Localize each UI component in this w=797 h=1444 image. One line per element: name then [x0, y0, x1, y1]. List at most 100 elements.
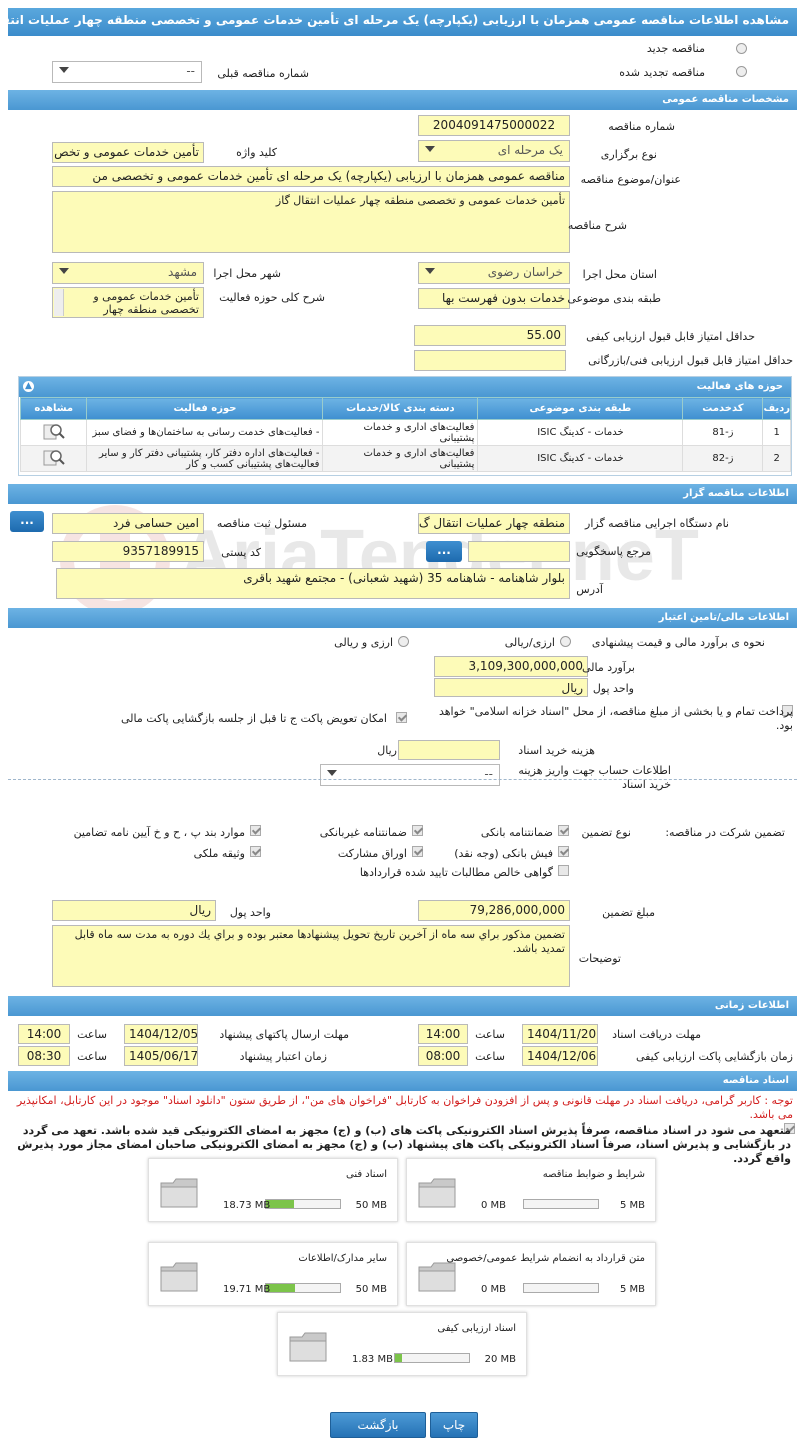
bank-guarantee-checkbox[interactable] [558, 825, 569, 836]
net-claims-label: گواهی خالص مطالبات تایید شده قراردادها [359, 866, 553, 879]
guarantee-currency-field[interactable]: ریال [52, 900, 216, 921]
estimate-field[interactable]: 3,109,300,000,000 [434, 656, 588, 677]
send-time-field[interactable]: 14:00 [18, 1024, 70, 1044]
currency-and-rial-radio[interactable] [398, 636, 409, 647]
folder-icon [418, 1262, 456, 1292]
document-max-size: 50 MB [355, 1284, 387, 1295]
send-time-label: ساعت [77, 1028, 107, 1041]
document-card[interactable]: اسناد فنی 50 MB 18.73 MB [148, 1158, 398, 1222]
postal-code-label: کد پستی [221, 546, 261, 559]
reference-field[interactable] [468, 541, 570, 562]
min-tech-field[interactable] [414, 350, 566, 371]
reference-lookup-button[interactable]: ... [426, 541, 462, 562]
min-quality-label: حداقل امتیاز قابل قبول ارزیابی کیفی [586, 330, 755, 343]
document-size: 19.71 MB [223, 1284, 271, 1295]
open-time-field[interactable]: 08:00 [418, 1046, 468, 1066]
prev-tender-no-label: شماره مناقصه قبلی [217, 67, 309, 80]
address-field[interactable]: بلوار شاهنامه - شاهنامه 35 (شهید شعبانی)… [56, 568, 570, 599]
description-field[interactable]: تأمین خدمات عمومی و تخصصی منطقه چهار عمل… [52, 191, 570, 253]
activities-table: ردیف کدخدمت طبقه بندی موضوعی دسته بندی ک… [19, 397, 791, 472]
document-progress [523, 1283, 599, 1293]
receive-time-field[interactable]: 14:00 [418, 1024, 468, 1044]
scrollbar[interactable] [54, 289, 64, 316]
document-card[interactable]: متن قرارداد به انضمام شرایط عمومی/خصوصی 5… [406, 1242, 656, 1306]
guarantee-amount-field[interactable]: 79,286,000,000 [418, 900, 570, 921]
row-cat: خدمات - کدینگ ISIC [477, 419, 684, 446]
renewed-tender-radio[interactable] [736, 66, 747, 77]
swap-envelope-checkbox[interactable] [396, 712, 407, 723]
responsible-label: مسئول ثبت مناقصه [216, 517, 307, 530]
city-select[interactable]: مشهد [52, 262, 204, 284]
finance-section-header: اطلاعات مالی/تامین اعتبار [8, 608, 797, 628]
province-select[interactable]: خراسان رضوی [418, 262, 570, 284]
row-cat: خدمات - کدینگ ISIC [477, 445, 684, 472]
doc-cost-unit: ریال [377, 744, 397, 757]
row-idx: 2 [762, 445, 791, 472]
account-select[interactable]: -- [320, 764, 500, 786]
nonbank-guarantee-checkbox[interactable] [412, 825, 423, 836]
col-idx: ردیف [762, 397, 791, 420]
document-max-size: 5 MB [619, 1284, 645, 1295]
print-button[interactable]: چاپ [430, 1412, 478, 1438]
row-group: فعالیت‌های اداری و خدمات پشتیبانی [322, 445, 479, 472]
chevron-down-icon [425, 146, 435, 152]
row-view[interactable] [19, 445, 88, 472]
regulation-guarantee-checkbox[interactable] [250, 825, 261, 836]
open-date-field[interactable]: 1404/12/06 [522, 1046, 598, 1066]
col-view: مشاهده [19, 397, 88, 420]
folder-icon [160, 1262, 198, 1292]
scope-field[interactable]: تأمین خدمات عمومی و تخصصی منطقه چهار [52, 287, 204, 318]
guarantee-notes-field[interactable]: تضمين مذكور براي سه ماه از آخرين تاريخ ت… [52, 925, 570, 987]
collapse-icon[interactable]: ▲ [23, 381, 34, 392]
new-tender-label: مناقصه جدید [646, 42, 705, 55]
org-name-field[interactable]: منطقه چهار عملیات انتقال گ [418, 513, 570, 534]
bonds-label: اوراق مشارکت [337, 847, 407, 860]
document-size: 0 MB [481, 1200, 507, 1211]
category-field[interactable]: خدمات بدون فهرست بها [418, 288, 570, 309]
postal-code-field[interactable]: 9357189915 [52, 541, 204, 562]
scope-value: تأمین خدمات عمومی و تخصصی منطقه چهار [93, 290, 199, 316]
type-select[interactable]: یک مرحله ای [418, 140, 570, 162]
property-collateral-checkbox[interactable] [250, 846, 261, 857]
valid-time-field[interactable]: 08:30 [18, 1046, 70, 1066]
prev-tender-no-select[interactable]: -- [52, 61, 202, 83]
document-size: 1.83 MB [352, 1354, 393, 1365]
doc-cost-field[interactable] [398, 740, 500, 760]
magnifier-icon[interactable] [43, 448, 65, 466]
back-button[interactable]: بازگشت [330, 1412, 426, 1438]
new-tender-radio[interactable] [736, 43, 747, 54]
keyword-field[interactable]: تأمین خدمات عمومی و تخص [52, 142, 204, 163]
responsible-field[interactable]: امین حسامی فرد [52, 513, 204, 534]
bonds-checkbox[interactable] [412, 846, 423, 857]
document-card[interactable]: شرایط و ضوابط مناقصه 5 MB 0 MB [406, 1158, 656, 1222]
responsible-lookup-button[interactable]: ... [10, 511, 44, 532]
document-progress [265, 1283, 341, 1293]
open-date-label: زمان بازگشایی پاکت ارزیابی کیفی [635, 1050, 793, 1063]
guarantee-notes-label: توضیحات [578, 952, 621, 965]
guarantee-type-label: نوع تضمین [581, 826, 631, 839]
chevron-down-icon [59, 268, 69, 274]
net-claims-checkbox[interactable] [558, 865, 569, 876]
receive-date-field[interactable]: 1404/11/20 [522, 1024, 598, 1044]
currency-field[interactable]: ریال [434, 678, 588, 697]
min-quality-field[interactable]: 55.00 [414, 325, 566, 346]
general-section-header: مشخصات مناقصه عمومی [8, 90, 797, 110]
property-collateral-label: وثیقه ملکی [193, 847, 245, 860]
subject-field[interactable]: مناقصه عمومی همزمان با ارزیابی (یکپارچه)… [52, 166, 570, 187]
currency-rial-radio[interactable] [560, 636, 571, 647]
scope-label: شرح کلی حوزه فعالیت [219, 291, 325, 304]
tender-no-field[interactable]: 2004091475000022 [418, 115, 570, 136]
row-group: فعالیت‌های اداری و خدمات پشتیبانی [322, 419, 479, 446]
chevron-down-icon [59, 67, 69, 73]
cash-receipt-checkbox[interactable] [558, 846, 569, 857]
document-card[interactable]: اسناد ارزیابی کیفی 20 MB 1.83 MB [277, 1312, 527, 1376]
document-card[interactable]: سایر مدارک/اطلاعات 50 MB 19.71 MB [148, 1242, 398, 1306]
activities-title: حوزه های فعالیت [696, 381, 783, 392]
folder-icon [418, 1178, 456, 1208]
treasury-label: پرداخت تمام و یا بخشی از مبلغ مناقصه، از… [438, 705, 793, 732]
row-view[interactable] [19, 419, 88, 446]
document-name: متن قرارداد به انضمام شرایط عمومی/خصوصی [446, 1253, 645, 1264]
valid-date-field[interactable]: 1405/06/17 [124, 1046, 198, 1066]
send-date-field[interactable]: 1404/12/05 [124, 1024, 198, 1044]
magnifier-icon[interactable] [43, 422, 65, 440]
